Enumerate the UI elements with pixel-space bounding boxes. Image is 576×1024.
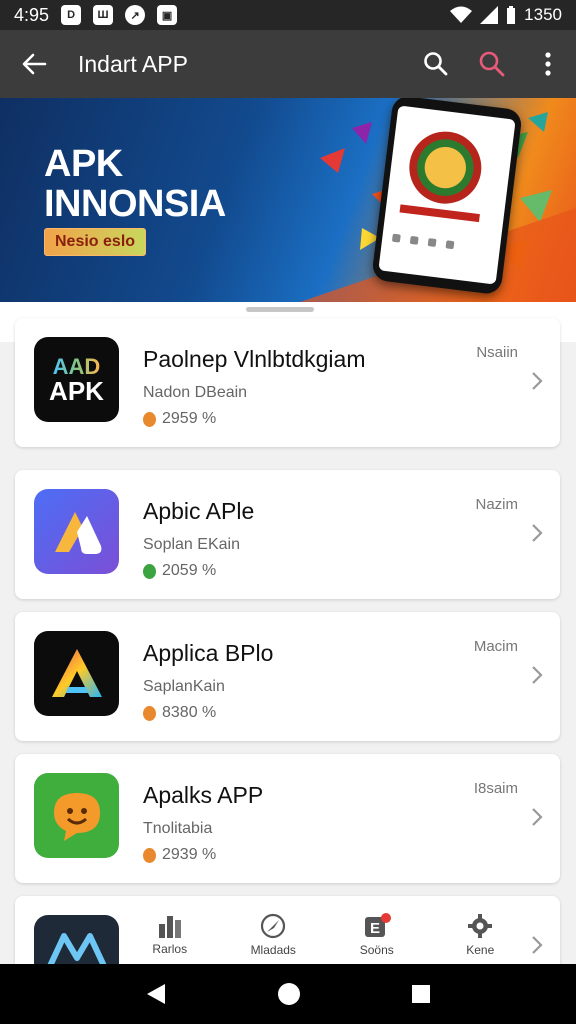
battery-text: 1350 xyxy=(524,5,562,24)
chat-face-icon xyxy=(53,792,100,841)
icon-text-bottom: APK xyxy=(49,375,104,406)
status-right: 1350 xyxy=(450,5,562,25)
app-logo-icon xyxy=(34,773,119,858)
signal-icon xyxy=(480,6,499,24)
app-logo-icon xyxy=(34,489,119,574)
nav-item-kene[interactable]: Kene xyxy=(429,907,533,963)
app-stat: 8380 % xyxy=(143,704,216,722)
gear-icon xyxy=(468,914,493,938)
back-button[interactable] xyxy=(0,30,68,98)
back-arrow-icon xyxy=(22,53,47,75)
bottom-navigation: Rarlos Mladads E Soöns Kene xyxy=(118,907,532,963)
droplet-icon xyxy=(143,411,156,427)
phone-screen xyxy=(378,105,516,285)
home-circle-icon[interactable] xyxy=(277,982,301,1006)
chevron-right-icon xyxy=(532,936,543,954)
nav-item-soons[interactable]: E Soöns xyxy=(325,907,429,963)
dog-emblem-image xyxy=(405,127,486,208)
chevron-right-icon xyxy=(532,524,543,542)
app-bar: Indart APP xyxy=(0,30,576,98)
app-name: Apalks APP xyxy=(143,782,264,808)
chevron-right-icon xyxy=(532,808,543,826)
banner-title: APK INNONSIA xyxy=(44,144,226,224)
app-size: Nsaiin xyxy=(476,344,518,361)
nav-label: Kene xyxy=(466,943,495,957)
app-stat: 2059 % xyxy=(143,562,216,580)
app-developer: Tnolitabia xyxy=(143,820,213,837)
app-stat-value: 2059 % xyxy=(162,562,217,579)
wifi-icon xyxy=(450,6,473,23)
app-developer: SaplanKain xyxy=(143,678,225,695)
stylized-a-icon xyxy=(54,511,101,554)
nav-label: Rarlos xyxy=(152,942,188,956)
nav-item-rarlos[interactable]: Rarlos xyxy=(118,907,222,963)
search-icon xyxy=(424,52,448,76)
gallery-icon: Ш xyxy=(93,5,114,25)
phone-mockup-image xyxy=(371,98,523,296)
notification-icon: D xyxy=(61,5,82,25)
app-size: Nazim xyxy=(475,496,518,513)
app-developer: Soplan EKain xyxy=(143,536,240,553)
nav-label: Soöns xyxy=(359,943,394,957)
app-card[interactable]: Apbic APle Soplan EKain 2059 % Nazim xyxy=(15,470,560,599)
notification-badge-icon: E xyxy=(364,913,391,937)
compass-icon xyxy=(261,913,286,939)
compass-icon: ↗ xyxy=(125,5,146,25)
app-card[interactable]: AAD APK Paolnep Vlnlbtdkgiam Nadon DBeai… xyxy=(15,318,560,447)
app-stat: 2959 % xyxy=(143,410,216,428)
page-title: Indart APP xyxy=(78,50,188,77)
app-developer: Nadon DBeain xyxy=(143,384,248,401)
back-triangle-icon[interactable] xyxy=(145,982,167,1006)
status-bar: 4:95 D Ш ↗ ▣ 1350 xyxy=(0,0,576,30)
app-card[interactable]: Applica BPlo SaplanKain 8380 % Macim xyxy=(15,612,560,741)
app-name: Apbic APle xyxy=(143,498,255,524)
search-icon xyxy=(479,51,505,77)
app-stat-value: 8380 % xyxy=(162,704,217,721)
chart-icon xyxy=(158,916,181,938)
app-size: Macim xyxy=(473,638,518,655)
app-list-sheet[interactable]: AAD APK Paolnep Vlnlbtdkgiam Nadon DBeai… xyxy=(0,302,576,976)
drag-handle[interactable] xyxy=(246,307,314,312)
app-bar-actions xyxy=(408,30,576,98)
search-button[interactable] xyxy=(408,30,464,98)
app-stat-value: 2959 % xyxy=(162,410,217,427)
chevron-right-icon xyxy=(532,372,543,390)
bag-icon: ▣ xyxy=(157,5,178,25)
icon-text-top: AAD xyxy=(52,353,101,379)
more-options-button[interactable] xyxy=(520,30,576,98)
banner-title-line1: APK xyxy=(44,143,123,185)
battery-icon xyxy=(507,6,516,24)
triangle-a-icon xyxy=(51,648,102,697)
banner-title-line2: INNONSIA xyxy=(44,183,226,225)
nav-item-mladads[interactable]: Mladads xyxy=(222,907,326,963)
recents-square-icon[interactable] xyxy=(411,984,431,1004)
chevron-right-icon xyxy=(532,666,543,684)
app-name: Applica BPlo xyxy=(143,640,274,666)
status-time: 4:95 xyxy=(14,4,50,25)
app-size: I8saim xyxy=(473,780,518,797)
search-button-alt[interactable] xyxy=(464,30,520,98)
app-stat-value: 2939 % xyxy=(162,846,217,863)
droplet-icon xyxy=(143,705,156,721)
mountain-m-icon xyxy=(46,932,107,966)
phone-red-bar xyxy=(399,204,480,223)
svg-text:E: E xyxy=(370,920,380,937)
droplet-icon xyxy=(143,563,156,579)
apk-app-icon: AAD APK xyxy=(34,337,119,422)
phone-icons-row xyxy=(391,233,455,250)
promo-banner[interactable]: APK INNONSIA Nesio eslo xyxy=(0,98,576,302)
app-name: Paolnep Vlnlbtdkgiam xyxy=(143,346,366,372)
nav-label: Mladads xyxy=(250,943,296,957)
banner-badge: Nesio eslo xyxy=(44,228,147,256)
app-stat: 2939 % xyxy=(143,846,216,864)
app-card[interactable]: Apalks APP Tnolitabia 2939 % I8saim xyxy=(15,754,560,883)
app-logo-icon xyxy=(34,631,119,716)
droplet-icon xyxy=(143,847,156,863)
system-navigation-bar xyxy=(0,964,576,1024)
more-vert-icon xyxy=(545,52,551,76)
